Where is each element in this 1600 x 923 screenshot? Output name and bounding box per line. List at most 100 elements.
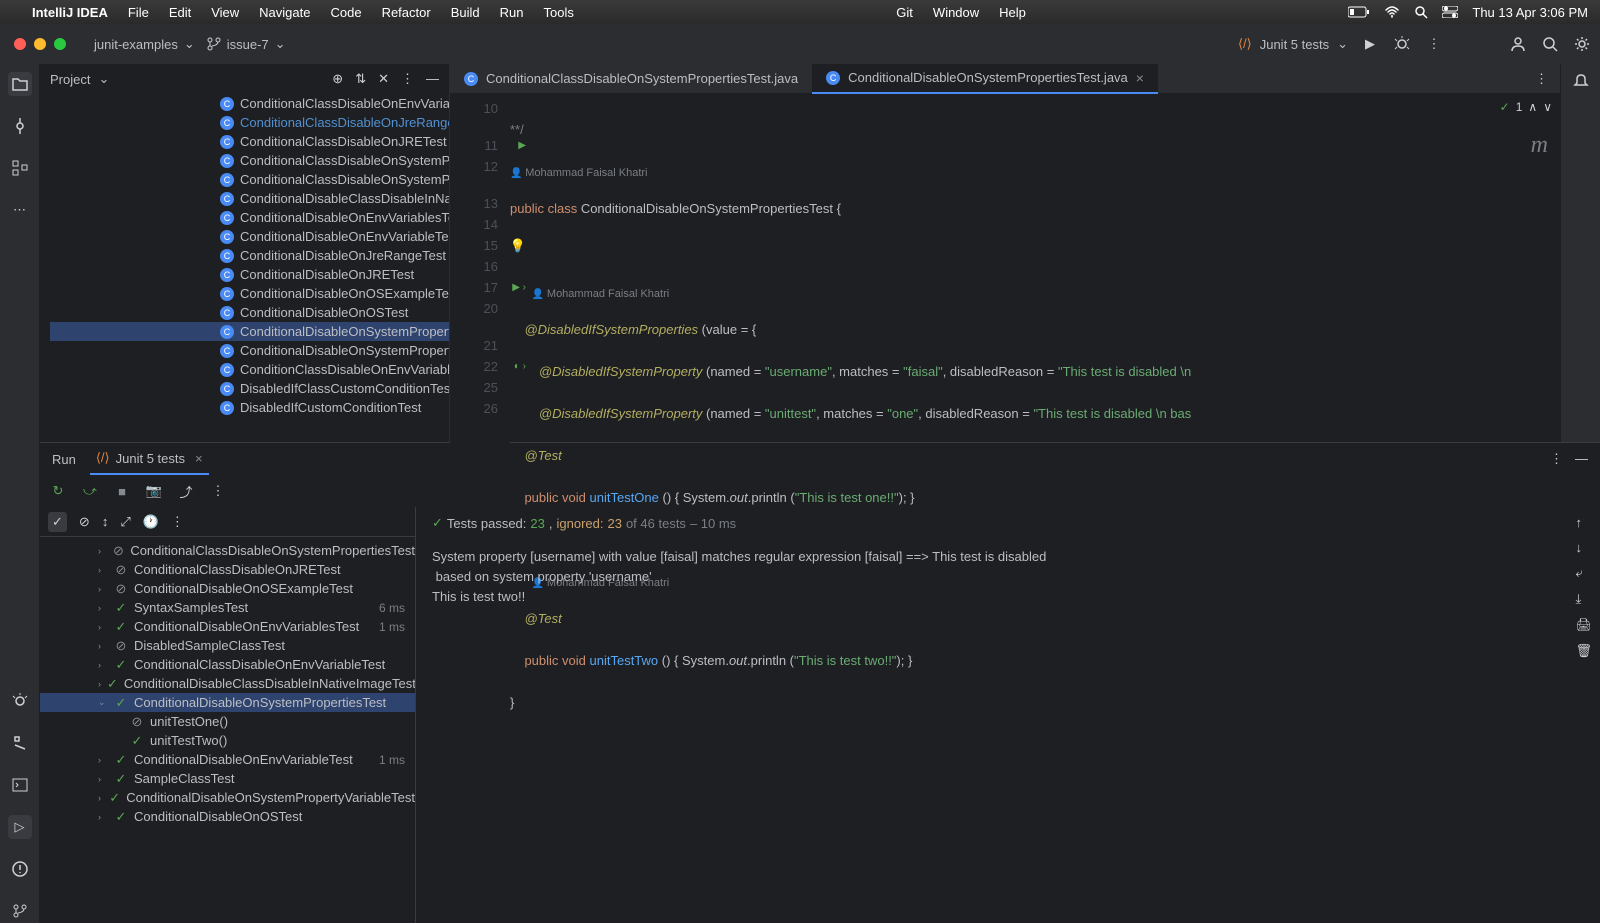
search-icon[interactable] [1414, 5, 1428, 19]
menu-window[interactable]: Window [933, 5, 979, 20]
hide-panel-icon[interactable]: — [1575, 451, 1588, 467]
close-window-icon[interactable] [14, 38, 26, 50]
run-button[interactable]: ▶ [1360, 34, 1380, 54]
wifi-icon[interactable] [1384, 6, 1400, 18]
close-tab-icon[interactable]: × [195, 451, 203, 466]
chevron-down-icon: ⌄ [275, 36, 286, 52]
test-item: ›⊘ConditionalClassDisableOnJRETest [40, 560, 415, 579]
editor-tab[interactable]: C ConditionalDisableOnSystemPropertiesTe… [812, 64, 1158, 94]
more-tools-icon[interactable]: ⋯ [8, 198, 32, 222]
project-tool-icon[interactable] [8, 72, 32, 96]
check-icon: ✓ [1500, 100, 1510, 114]
soft-wrap-icon[interactable]: ⤶ [1575, 565, 1592, 581]
terminal-tool-icon[interactable] [8, 773, 32, 797]
git-tool-icon[interactable] [8, 899, 32, 923]
tree-item: CConditionalClassDisableOnJRETest [50, 132, 449, 151]
run-config-selector[interactable]: ⟨/⟩ Junit 5 tests ⌄ [1238, 36, 1348, 52]
minimize-window-icon[interactable] [34, 38, 46, 50]
rerun-failed-icon[interactable]: ⤻ [80, 481, 100, 501]
expand-icon[interactable]: ⤢ [120, 514, 130, 530]
test-item: ›⊘DisabledSampleClassTest [40, 636, 415, 655]
maven-icon[interactable]: m [1531, 132, 1548, 159]
tree-item: CConditionalClassDisableOnEnvVariableTes… [50, 94, 449, 113]
history-icon[interactable]: 🕐 [143, 514, 159, 530]
collapse-all-icon[interactable]: ✕ [378, 71, 389, 87]
app-name[interactable]: IntelliJ IDEA [32, 5, 108, 20]
select-opened-icon[interactable]: ⊕ [332, 71, 343, 87]
test-toolbar: ✓ ⊘ ↕ ⤢ 🕐 ⋮ [40, 507, 415, 537]
sort-icon[interactable]: ↕ [102, 514, 109, 529]
menu-file[interactable]: File [128, 5, 149, 20]
tree-item: CConditionClassDisableOnEnvVariablesTes [50, 360, 449, 379]
pass-icon: ✓ [107, 676, 118, 692]
menu-run[interactable]: Run [500, 5, 524, 20]
menu-build[interactable]: Build [451, 5, 480, 20]
stop-icon[interactable]: ■ [112, 481, 132, 501]
show-passed-icon[interactable]: ✓ [48, 512, 67, 532]
dump-threads-icon[interactable]: 📷 [144, 481, 164, 501]
expand-all-icon[interactable]: ⇅ [355, 71, 366, 87]
project-tree[interactable]: CConditionalClassDisableOnEnvVariableTes… [40, 94, 449, 442]
inspection-widget[interactable]: ✓ 1 ∧ ∨ [1500, 100, 1552, 114]
run-gutter-icon[interactable]: ◐ › [514, 356, 526, 377]
prev-highlight-icon[interactable]: ∧ [1528, 100, 1537, 114]
menu-code[interactable]: Code [330, 5, 361, 20]
show-ignored-icon[interactable]: ⊘ [79, 514, 90, 530]
scroll-to-end-icon[interactable]: ⤓ [1575, 591, 1592, 607]
next-highlight-icon[interactable]: ∨ [1543, 100, 1552, 114]
traffic-lights [14, 38, 66, 50]
menu-tools[interactable]: Tools [543, 5, 573, 20]
project-dropdown[interactable]: junit-examples ⌄ [94, 36, 195, 52]
clear-icon[interactable]: 🗑 [1575, 643, 1592, 659]
menu-navigate[interactable]: Navigate [259, 5, 310, 20]
run-tool-icon[interactable]: ▷ [8, 815, 32, 839]
more-actions-icon[interactable]: ⋮ [1424, 34, 1444, 54]
run-gutter-icon[interactable]: ▶ › [512, 277, 526, 298]
close-tab-icon[interactable]: × [1136, 70, 1144, 86]
menu-git[interactable]: Git [896, 5, 913, 20]
notifications-icon[interactable] [1573, 72, 1589, 88]
inspection-count: 1 [1516, 100, 1523, 114]
run-body: ✓ ⊘ ↕ ⤢ 🕐 ⋮ ›⊘ConditionalClassDisableOnS… [40, 507, 1600, 923]
exit-icon[interactable]: ⤴ [176, 481, 196, 501]
class-icon: C [220, 382, 234, 396]
print-icon[interactable]: 🖨 [1575, 617, 1592, 633]
scroll-down-icon[interactable]: ↓ [1575, 540, 1592, 555]
structure-tool-icon[interactable] [8, 156, 32, 180]
editor-tab[interactable]: C ConditionalClassDisableOnSystemPropert… [450, 64, 812, 94]
editor: C ConditionalClassDisableOnSystemPropert… [450, 64, 1560, 442]
commit-tool-icon[interactable] [8, 114, 32, 138]
run-tab[interactable]: ⟨/⟩ Junit 5 tests × [90, 443, 209, 475]
intention-bulb-icon[interactable]: 💡 [510, 235, 526, 256]
tree-item: CConditionalDisableOnOSExampleTest [50, 284, 449, 303]
tab-more-icon[interactable]: ⋮ [1535, 71, 1548, 87]
debug-button[interactable] [1392, 34, 1412, 54]
more-icon[interactable]: ⋮ [208, 481, 228, 501]
code-with-me-icon[interactable] [1508, 34, 1528, 54]
menu-help[interactable]: Help [999, 5, 1026, 20]
class-icon: C [220, 325, 234, 339]
more-icon[interactable]: ⋮ [171, 514, 184, 530]
settings-icon[interactable] [1572, 34, 1592, 54]
build-tool-icon[interactable] [8, 731, 32, 755]
scroll-up-icon[interactable]: ↑ [1575, 515, 1592, 530]
git-branch-dropdown[interactable]: issue-7 ⌄ [207, 36, 286, 52]
debug-tool-icon[interactable] [8, 689, 32, 713]
control-center-icon[interactable] [1442, 6, 1458, 18]
mixed-icon: ✓ [114, 809, 128, 825]
clock[interactable]: Thu 13 Apr 3:06 PM [1472, 5, 1588, 20]
test-list[interactable]: ›⊘ConditionalClassDisableOnSystemPropert… [40, 537, 415, 830]
menu-edit[interactable]: Edit [169, 5, 191, 20]
menu-refactor[interactable]: Refactor [382, 5, 431, 20]
more-icon[interactable]: ⋮ [401, 71, 414, 87]
chevron-down-icon[interactable]: ⌄ [98, 71, 109, 87]
search-everywhere-icon[interactable] [1540, 34, 1560, 54]
problems-tool-icon[interactable] [8, 857, 32, 881]
maximize-window-icon[interactable] [54, 38, 66, 50]
hide-panel-icon[interactable]: — [426, 71, 439, 87]
console-output[interactable]: System property [username] with value [f… [432, 547, 1584, 607]
rerun-icon[interactable]: ↻ [48, 481, 68, 501]
battery-icon[interactable] [1348, 6, 1370, 18]
menu-view[interactable]: View [211, 5, 239, 20]
run-gutter-icon[interactable]: ▶ [518, 135, 526, 156]
